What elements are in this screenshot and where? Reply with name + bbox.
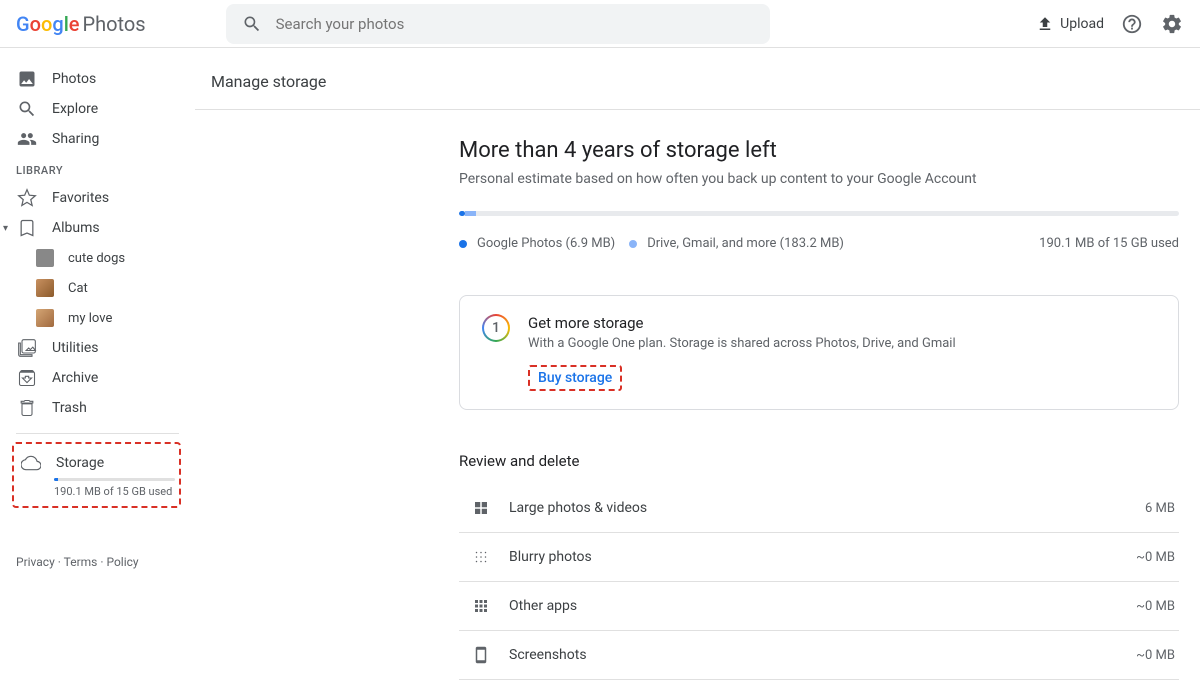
nav-explore[interactable]: Explore bbox=[0, 94, 195, 124]
upload-label: Upload bbox=[1060, 16, 1104, 32]
search-input[interactable] bbox=[276, 15, 754, 33]
terms-link[interactable]: Terms bbox=[64, 555, 98, 569]
album-thumb bbox=[36, 279, 54, 297]
blurry-icon bbox=[472, 548, 490, 566]
nav-label: Utilities bbox=[52, 340, 99, 356]
promo-title: Get more storage bbox=[528, 314, 956, 332]
cloud-icon bbox=[21, 453, 41, 473]
dot-icon bbox=[629, 240, 637, 248]
trash-icon bbox=[17, 398, 37, 418]
progress-segment-other bbox=[465, 211, 476, 216]
nav-label: Albums bbox=[52, 220, 100, 236]
nav-label: Photos bbox=[52, 71, 96, 87]
review-item-screenshots[interactable]: Screenshots ~0 MB bbox=[459, 631, 1179, 680]
review-label: Screenshots bbox=[509, 647, 1136, 663]
storage-subtext: Personal estimate based on how often you… bbox=[459, 171, 1179, 187]
storage-bar bbox=[54, 478, 175, 481]
nav-label: Sharing bbox=[52, 131, 99, 147]
help-button[interactable] bbox=[1120, 12, 1144, 36]
review-size: ~0 MB bbox=[1136, 599, 1175, 614]
large-media-icon bbox=[472, 499, 490, 517]
phone-icon bbox=[472, 646, 490, 664]
utilities-icon bbox=[17, 338, 37, 358]
nav-label: Explore bbox=[52, 101, 98, 117]
nav-storage: Storage bbox=[18, 452, 175, 474]
review-size: 6 MB bbox=[1145, 501, 1175, 516]
review-size: ~0 MB bbox=[1136, 648, 1175, 663]
review-section-title: Review and delete bbox=[459, 452, 1179, 470]
google-one-icon: 1 bbox=[482, 314, 510, 342]
nav-label: Favorites bbox=[52, 190, 109, 206]
storage-usage-text: 190.1 MB of 15 GB used bbox=[54, 485, 175, 498]
storage-progress-bar bbox=[459, 211, 1179, 216]
storage-legend: Google Photos (6.9 MB) Drive, Gmail, and… bbox=[459, 236, 1179, 251]
image-icon bbox=[17, 69, 37, 89]
review-item-large[interactable]: Large photos & videos 6 MB bbox=[459, 484, 1179, 533]
people-icon bbox=[17, 129, 37, 149]
review-item-blurry[interactable]: Blurry photos ~0 MB bbox=[459, 533, 1179, 582]
review-label: Large photos & videos bbox=[509, 500, 1145, 516]
album-item[interactable]: cute dogs bbox=[0, 243, 195, 273]
review-item-otherapps[interactable]: Other apps ~0 MB bbox=[459, 582, 1179, 631]
apps-icon bbox=[472, 597, 490, 615]
review-label: Other apps bbox=[509, 598, 1136, 614]
legend-photos: Google Photos (6.9 MB) bbox=[459, 236, 615, 251]
help-icon bbox=[1121, 13, 1143, 35]
settings-button[interactable] bbox=[1160, 12, 1184, 36]
search-icon bbox=[242, 14, 262, 34]
nav-trash[interactable]: Trash bbox=[0, 393, 195, 423]
album-label: my love bbox=[68, 311, 112, 326]
promo-text: With a Google One plan. Storage is share… bbox=[528, 336, 956, 351]
nav-archive[interactable]: Archive bbox=[0, 363, 195, 393]
review-label: Blurry photos bbox=[509, 549, 1136, 565]
gear-icon bbox=[1161, 13, 1183, 35]
album-thumb bbox=[36, 309, 54, 327]
album-item[interactable]: my love bbox=[0, 303, 195, 333]
bookmark-icon bbox=[17, 218, 37, 238]
logo[interactable]: Google Photos bbox=[16, 12, 146, 36]
storage-headline: More than 4 years of storage left bbox=[459, 138, 1179, 163]
footer-links: Privacy · Terms · Policy bbox=[0, 543, 195, 581]
storage-box-highlighted[interactable]: Storage 190.1 MB of 15 GB used bbox=[12, 442, 181, 508]
archive-icon bbox=[17, 368, 37, 388]
main-content: Manage storage More than 4 years of stor… bbox=[195, 48, 1200, 696]
logo-product: Photos bbox=[83, 12, 146, 36]
search-icon bbox=[17, 99, 37, 119]
album-thumb bbox=[36, 249, 54, 267]
section-label: LIBRARY bbox=[0, 154, 195, 183]
nav-label: Archive bbox=[52, 370, 98, 386]
nav-photos[interactable]: Photos bbox=[0, 64, 195, 94]
sidebar: Photos Explore Sharing LIBRARY Favorites… bbox=[0, 48, 195, 597]
privacy-link[interactable]: Privacy bbox=[16, 555, 55, 569]
page-title: Manage storage bbox=[195, 64, 1200, 110]
nav-albums[interactable]: ▾ Albums bbox=[0, 213, 195, 243]
nav-utilities[interactable]: Utilities bbox=[0, 333, 195, 363]
album-label: cute dogs bbox=[68, 251, 125, 266]
get-more-storage-card: 1 Get more storage With a Google One pla… bbox=[459, 295, 1179, 410]
nav-label: Trash bbox=[52, 400, 87, 416]
upload-icon bbox=[1036, 15, 1054, 33]
legend-total: 190.1 MB of 15 GB used bbox=[1039, 236, 1179, 251]
chevron-down-icon: ▾ bbox=[3, 223, 8, 234]
nav-favorites[interactable]: Favorites bbox=[0, 183, 195, 213]
album-label: Cat bbox=[68, 281, 88, 296]
search-bar[interactable] bbox=[226, 4, 770, 44]
legend-drive: Drive, Gmail, and more (183.2 MB) bbox=[629, 236, 844, 251]
star-icon bbox=[17, 188, 37, 208]
buy-storage-link-highlighted[interactable]: Buy storage bbox=[528, 365, 622, 391]
nav-sharing[interactable]: Sharing bbox=[0, 124, 195, 154]
dot-icon bbox=[459, 240, 467, 248]
review-size: ~0 MB bbox=[1136, 550, 1175, 565]
upload-button[interactable]: Upload bbox=[1036, 15, 1104, 33]
storage-label: Storage bbox=[56, 455, 104, 471]
album-item[interactable]: Cat bbox=[0, 273, 195, 303]
policy-link[interactable]: Policy bbox=[106, 555, 138, 569]
